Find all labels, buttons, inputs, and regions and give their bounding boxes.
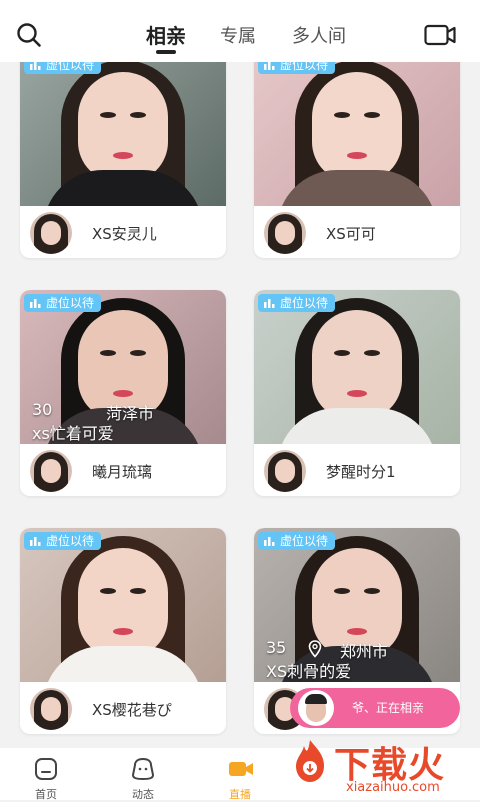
profile-card[interactable]: 虚位以待 梦醒时分1 bbox=[254, 290, 460, 496]
vacancy-badge: 虚位以待 bbox=[24, 294, 102, 312]
live-matchmaking-pill[interactable]: 爷、正在相亲 bbox=[290, 688, 460, 728]
profile-signature: xs忙着可爱 bbox=[32, 424, 114, 443]
profile-user-row: 曦月琉璃 bbox=[20, 444, 226, 496]
profile-card[interactable]: 虚位以待 XS可可 bbox=[254, 62, 460, 258]
profile-photo: 虚位以待 bbox=[254, 290, 460, 444]
flame-icon bbox=[296, 740, 324, 782]
avatar[interactable] bbox=[30, 212, 72, 254]
profile-user-row: 梦醒时分1 bbox=[254, 444, 460, 496]
profile-grid: 虚位以待 XS安灵儿 虚位以待 XS可可 虚位以待 30 菏泽市 xs忙着可爱 … bbox=[0, 62, 480, 748]
avatar[interactable] bbox=[264, 450, 306, 492]
signal-bars-icon bbox=[30, 537, 41, 546]
signal-bars-icon bbox=[30, 62, 41, 70]
profile-age: 35 bbox=[266, 638, 287, 657]
profile-age: 30 bbox=[32, 400, 53, 419]
live-camera-icon bbox=[229, 762, 253, 776]
live-pill-text: 爷、正在相亲 bbox=[352, 701, 425, 715]
watermark-url: xiazaihuo.com bbox=[346, 780, 440, 795]
profile-photo: 虚位以待 35 郑州市 XS刺骨的爱 bbox=[254, 528, 460, 682]
avatar bbox=[298, 690, 334, 726]
search-icon[interactable] bbox=[16, 22, 42, 48]
signal-bars-icon bbox=[264, 299, 275, 308]
vacancy-badge: 虚位以待 bbox=[24, 62, 102, 74]
tab-exclusive[interactable]: 专属 bbox=[220, 22, 256, 48]
moments-icon bbox=[132, 758, 154, 780]
profile-user-row: XS樱花巷ぴ bbox=[20, 682, 226, 734]
profile-user-row: XS可可 bbox=[254, 206, 460, 258]
video-camera-icon[interactable] bbox=[424, 24, 456, 46]
profile-photo: 虚位以待 bbox=[20, 62, 226, 206]
signal-bars-icon bbox=[264, 62, 275, 70]
signal-bars-icon bbox=[30, 299, 41, 308]
profile-photo: 虚位以待 bbox=[20, 528, 226, 682]
tab-matchmaking[interactable]: 相亲 bbox=[146, 20, 186, 54]
profile-name: XS安灵儿 bbox=[92, 225, 157, 243]
vacancy-badge: 虚位以待 bbox=[24, 532, 102, 550]
tab-multi-room[interactable]: 多人间 bbox=[292, 22, 346, 48]
vacancy-badge: 虚位以待 bbox=[258, 294, 336, 312]
avatar[interactable] bbox=[30, 688, 72, 730]
profile-card[interactable]: 虚位以待 XS安灵儿 bbox=[20, 62, 226, 258]
signal-bars-icon bbox=[264, 537, 275, 546]
profile-name: XS樱花巷ぴ bbox=[92, 701, 172, 719]
avatar[interactable] bbox=[264, 212, 306, 254]
top-bar: 相亲 专属 多人间 bbox=[0, 0, 480, 62]
profile-card[interactable]: 虚位以待 XS樱花巷ぴ bbox=[20, 528, 226, 734]
profile-name: 曦月琉璃 bbox=[92, 463, 153, 481]
location-pin-icon bbox=[308, 640, 322, 658]
profile-card[interactable]: 虚位以待 30 菏泽市 xs忙着可爱 曦月琉璃 bbox=[20, 290, 226, 496]
profile-name: XS可可 bbox=[326, 225, 376, 243]
vacancy-badge: 虚位以待 bbox=[258, 62, 336, 74]
home-icon bbox=[35, 758, 57, 780]
profile-photo: 虚位以待 30 菏泽市 xs忙着可爱 bbox=[20, 290, 226, 444]
avatar[interactable] bbox=[30, 450, 72, 492]
profile-name: 梦醒时分1 bbox=[326, 463, 396, 481]
vacancy-badge: 虚位以待 bbox=[258, 532, 336, 550]
profile-photo: 虚位以待 bbox=[254, 62, 460, 206]
watermark-logo: 下载火 xiazaihuo.com bbox=[284, 734, 480, 800]
profile-signature: XS刺骨的爱 bbox=[266, 662, 352, 681]
profile-user-row: XS安灵儿 bbox=[20, 206, 226, 258]
